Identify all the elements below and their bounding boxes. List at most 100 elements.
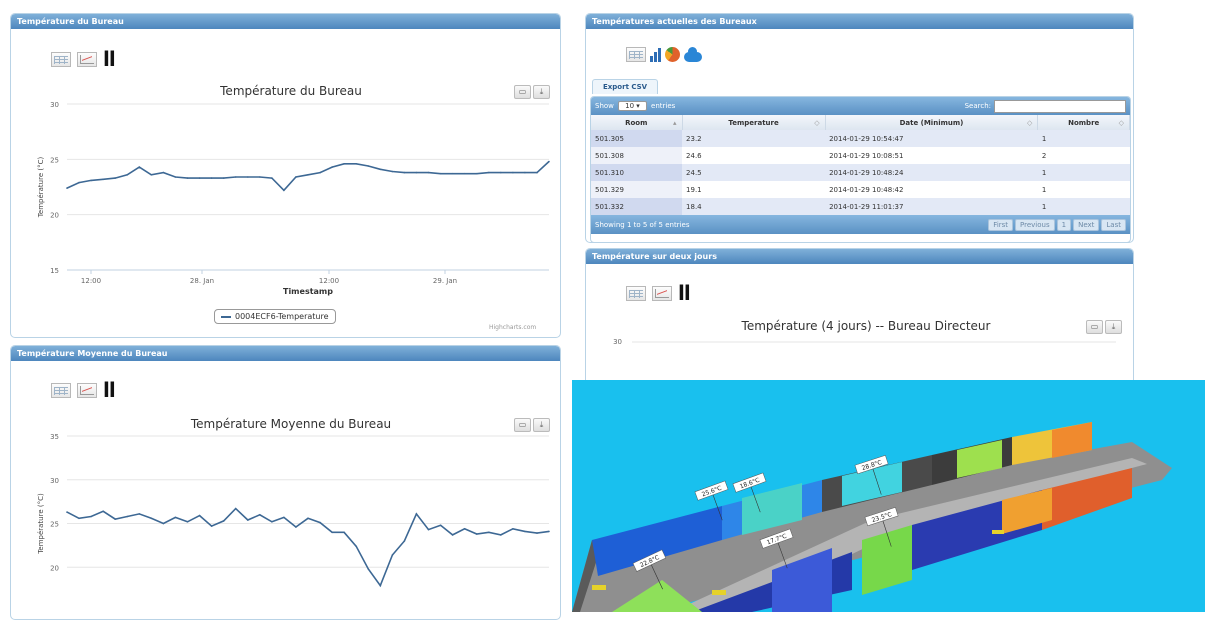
pager-button[interactable]: Last: [1101, 218, 1126, 231]
data-point[interactable]: [524, 171, 526, 174]
building-3d-view[interactable]: 22.8°C 17.7°C 25.6°C 18.6°C 28.8°C 23.5°C: [572, 380, 1205, 612]
data-point[interactable]: [247, 176, 249, 178]
table-row[interactable]: 501.332 18.4 2014-01-29 11:01:37 1: [591, 198, 1130, 215]
data-point[interactable]: [295, 526, 297, 528]
data-point[interactable]: [500, 534, 502, 536]
data-point[interactable]: [331, 166, 333, 168]
data-point[interactable]: [512, 171, 514, 174]
data-point[interactable]: [512, 528, 514, 530]
data-point[interactable]: [475, 172, 478, 175]
table-row[interactable]: 501.308 24.6 2014-01-29 10:08:51 2: [591, 147, 1130, 164]
table-row[interactable]: 501.310 24.5 2014-01-29 10:48:24 1: [591, 164, 1130, 181]
column-header[interactable]: Nombre ◇: [1037, 115, 1130, 130]
data-point[interactable]: [271, 521, 273, 523]
table-row[interactable]: 501.329 19.1 2014-01-29 10:48:42 1: [591, 181, 1130, 198]
data-point[interactable]: [162, 171, 165, 174]
data-point[interactable]: [126, 515, 129, 518]
pager-button[interactable]: Previous: [1015, 218, 1055, 231]
data-point[interactable]: [391, 170, 394, 173]
data-point[interactable]: [259, 176, 261, 178]
data-point[interactable]: [150, 517, 153, 520]
column-header[interactable]: Room ▴: [591, 115, 683, 130]
data-point[interactable]: [319, 521, 321, 524]
data-point[interactable]: [536, 532, 538, 534]
search-input[interactable]: [994, 99, 1126, 113]
data-point[interactable]: [451, 534, 454, 536]
data-point[interactable]: [174, 176, 177, 178]
data-point[interactable]: [150, 174, 153, 176]
data-point[interactable]: [102, 510, 104, 513]
table-row[interactable]: 501.305 23.2 2014-01-29 10:54:47 1: [591, 130, 1130, 147]
data-point[interactable]: [391, 554, 394, 556]
data-point[interactable]: [138, 166, 141, 168]
data-point[interactable]: [114, 518, 116, 520]
series-line[interactable]: [66, 160, 550, 192]
data-point[interactable]: [331, 531, 333, 534]
data-point[interactable]: [475, 533, 478, 535]
data-point[interactable]: [234, 507, 237, 510]
data-point[interactable]: [451, 172, 454, 175]
data-point[interactable]: [234, 176, 237, 178]
data-point[interactable]: [427, 171, 430, 174]
data-point[interactable]: [307, 174, 309, 176]
data-point[interactable]: [403, 171, 406, 174]
data-point[interactable]: [66, 187, 68, 189]
data-point[interactable]: [259, 514, 261, 516]
data-point[interactable]: [548, 530, 550, 533]
data-point[interactable]: [367, 165, 370, 167]
data-point[interactable]: [126, 174, 129, 176]
data-point[interactable]: [198, 514, 201, 517]
table-view-icon[interactable]: [626, 47, 646, 62]
data-point[interactable]: [271, 177, 273, 179]
data-point[interactable]: [463, 172, 466, 175]
data-point[interactable]: [295, 176, 297, 178]
data-point[interactable]: [222, 520, 225, 522]
chart-credits[interactable]: Highcharts.com: [489, 324, 536, 331]
pager-button[interactable]: Next: [1073, 218, 1100, 231]
data-point[interactable]: [524, 530, 526, 533]
data-point[interactable]: [403, 540, 406, 542]
series-line[interactable]: [66, 507, 550, 588]
data-point[interactable]: [439, 172, 442, 175]
data-point[interactable]: [283, 516, 285, 519]
data-point[interactable]: [548, 160, 550, 163]
data-point[interactable]: [186, 521, 189, 523]
export-csv-tab[interactable]: Export CSV: [592, 79, 659, 94]
data-point[interactable]: [319, 171, 321, 174]
data-point[interactable]: [367, 568, 370, 570]
data-point[interactable]: [162, 522, 165, 525]
data-point[interactable]: [463, 528, 466, 530]
data-point[interactable]: [78, 517, 80, 520]
data-point[interactable]: [439, 524, 442, 527]
entries-select[interactable]: 10 ▾: [618, 101, 647, 111]
data-point[interactable]: [138, 513, 141, 515]
data-point[interactable]: [283, 189, 285, 192]
data-point[interactable]: [90, 515, 92, 518]
chart-legend[interactable]: 0004ECF6-Temperature: [214, 309, 336, 324]
column-header[interactable]: Temperature ◇: [682, 115, 826, 130]
data-point[interactable]: [343, 531, 345, 534]
data-point[interactable]: [355, 163, 358, 165]
data-point[interactable]: [210, 177, 213, 179]
data-point[interactable]: [488, 531, 490, 534]
data-point[interactable]: [536, 171, 538, 174]
data-point[interactable]: [355, 545, 358, 548]
data-point[interactable]: [500, 171, 502, 174]
data-point[interactable]: [114, 177, 116, 179]
data-point[interactable]: [343, 163, 345, 165]
data-point[interactable]: [427, 528, 430, 531]
data-point[interactable]: [247, 519, 249, 521]
data-point[interactable]: [222, 177, 225, 179]
pie-chart-icon[interactable]: [665, 47, 680, 62]
data-point[interactable]: [379, 584, 382, 587]
data-point[interactable]: [415, 171, 418, 174]
data-point[interactable]: [66, 511, 68, 513]
data-point[interactable]: [488, 171, 490, 174]
bar-chart-icon[interactable]: [650, 48, 661, 62]
data-point[interactable]: [210, 525, 213, 527]
data-point[interactable]: [307, 517, 309, 520]
pager-button[interactable]: First: [988, 218, 1014, 231]
data-point[interactable]: [174, 516, 177, 519]
data-point[interactable]: [78, 181, 80, 184]
column-header[interactable]: Date (Minimum) ◇: [825, 115, 1039, 130]
